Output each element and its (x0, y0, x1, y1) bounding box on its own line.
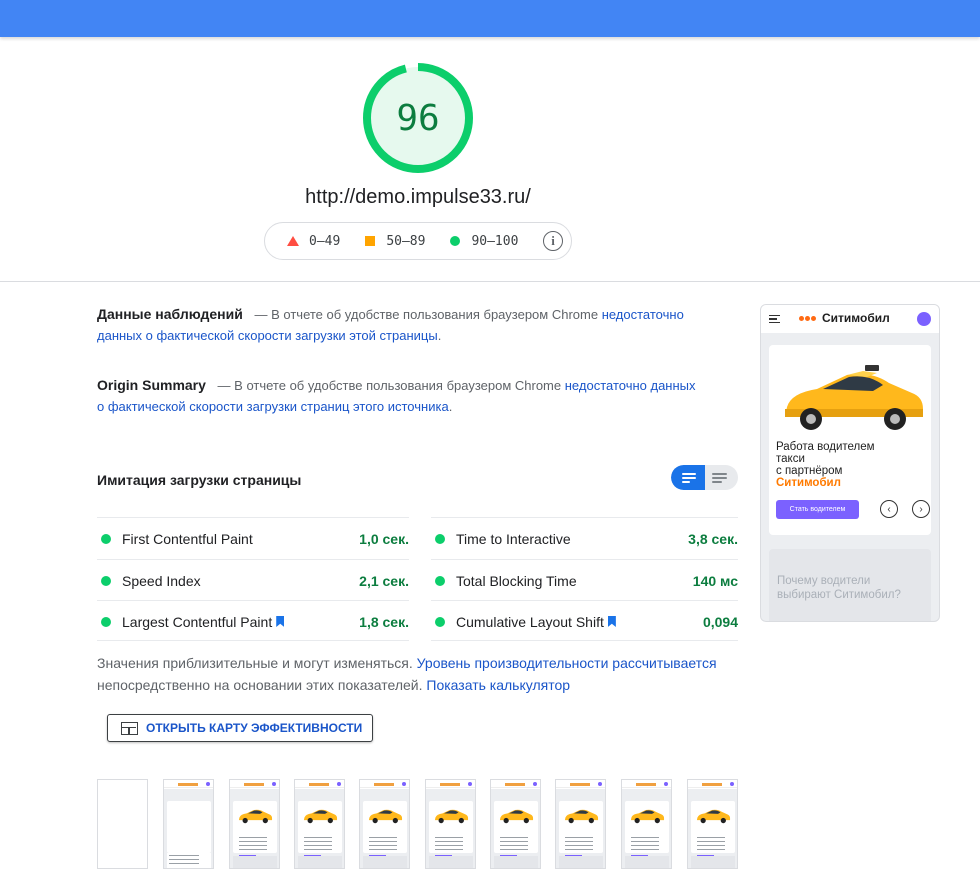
metric-name: Cumulative Layout Shift (456, 613, 604, 630)
metric-name: Speed Index (122, 572, 201, 589)
field-data-title: Данные наблюдений (97, 306, 243, 322)
filmstrip-frame (425, 779, 476, 869)
origin-summary-text: В отчете об удобстве пользования браузер… (234, 378, 562, 393)
metric-largest-contentful-paint: Largest Contentful Paint 1,8 сек. (97, 600, 409, 642)
metric-value: 1,8 сек. (359, 613, 409, 630)
legend-average-label: 50–89 (386, 233, 426, 249)
view-treemap-button[interactable]: ОТКРЫТЬ КАРТУ ЭФФЕКТИВНОСТИ (107, 714, 373, 742)
origin-summary-dash: — (217, 378, 231, 393)
legend-pass-label: 90–100 (471, 233, 519, 249)
origin-summary-section: Origin Summary — В отчете об удобстве по… (97, 375, 697, 417)
metric-name: Total Blocking Time (456, 572, 577, 589)
top-bar (0, 0, 980, 37)
legend-fail-label: 0–49 (309, 233, 341, 249)
chevron-left-icon: ‹ (880, 500, 898, 518)
pass-circle-icon (101, 616, 111, 627)
metric-value: 140 мс (692, 572, 738, 589)
why-section-title: Почему водители выбирают Ситимобил? (777, 575, 901, 601)
filmstrip-frame (687, 779, 738, 869)
filmstrip-frame-blank (97, 779, 148, 869)
page-url: http://demo.impulse33.ru/ (305, 186, 531, 208)
hero-card: Работа водителем такси с партнёром Ситим… (769, 345, 931, 535)
metric-name: First Contentful Paint (122, 530, 253, 547)
filmstrip-frame (555, 779, 606, 869)
filmstrip-frame (229, 779, 280, 869)
metric-total-blocking-time: Total Blocking Time 140 мс (431, 559, 738, 601)
metric-value: 2,1 сек. (359, 572, 409, 589)
performance-score-gauge: 96 (362, 62, 474, 174)
metric-cumulative-layout-shift: Cumulative Layout Shift 0,094 (431, 600, 738, 642)
site-logo: Ситимобил (799, 311, 890, 325)
field-data-text: В отчете об удобстве пользования браузер… (271, 307, 599, 322)
metrics-divider (431, 640, 738, 641)
filmstrip-frame (359, 779, 410, 869)
pass-circle-icon (101, 575, 111, 586)
legend-fail: 0–49 (287, 234, 340, 249)
legend-pass: 90–100 (450, 234, 518, 249)
view-treemap-label: ОТКРЫТЬ КАРТУ ЭФФЕКТИВНОСТИ (146, 721, 363, 735)
metrics-note: Значения приблизительные и могут изменят… (97, 652, 737, 696)
metric-value: 3,8 сек. (688, 530, 738, 547)
score-legend: 0–49 50–89 90–100 i (264, 222, 572, 260)
hero-line: такси (776, 453, 805, 465)
final-screenshot: Ситимобил Работа водителем такси с партн… (760, 304, 940, 622)
metric-value: 0,094 (702, 613, 738, 630)
pass-circle-icon (435, 533, 445, 544)
note-text: непосредственно на основании этих показа… (97, 677, 423, 693)
metric-first-contentful-paint: First Contentful Paint 1,0 сек. (97, 517, 409, 559)
phone-call-icon (917, 312, 931, 326)
taxi-car-image (785, 365, 923, 430)
metrics-view-toggle[interactable] (671, 465, 738, 490)
score-calculation-link[interactable]: Уровень производительности рассчитываетс… (417, 655, 717, 671)
field-data-section: Данные наблюдений — В отчете об удобстве… (97, 304, 687, 346)
info-icon[interactable]: i (543, 231, 563, 251)
metrics-divider (97, 640, 409, 641)
metric-value: 1,0 сек. (359, 530, 409, 547)
menu-icon (769, 315, 780, 323)
metric-speed-index: Speed Index 2,1 сек. (97, 559, 409, 601)
metric-time-to-interactive: Time to Interactive 3,8 сек. (431, 517, 738, 559)
bookmark-icon (276, 616, 285, 627)
metric-name: Time to Interactive (456, 530, 571, 547)
become-driver-button: Стать водителем (776, 500, 859, 519)
pass-circle-icon (435, 575, 445, 586)
hero-headline: Работа водителем такси с партнёром Ситим… (776, 441, 916, 489)
pass-circle-icon (450, 236, 461, 246)
field-data-end: . (437, 328, 442, 343)
pass-circle-icon (435, 616, 445, 627)
average-square-icon (365, 236, 376, 246)
fail-triangle-icon (287, 236, 299, 246)
filmstrip-frame (490, 779, 541, 869)
lab-data-title: Имитация загрузки страницы (97, 472, 302, 488)
field-data-dash: — (254, 307, 268, 322)
origin-summary-title: Origin Summary (97, 377, 206, 393)
divider (0, 281, 980, 282)
chevron-right-icon: › (912, 500, 930, 518)
hero-line: с партнёром (776, 465, 843, 477)
legend-average: 50–89 (365, 234, 425, 249)
filmstrip-frame (621, 779, 672, 869)
metric-name: Largest Contentful Paint (122, 613, 273, 630)
calculator-link[interactable]: Показать калькулятор (426, 677, 570, 693)
pass-circle-icon (101, 533, 111, 544)
hero-brand: Ситимобил (776, 477, 841, 489)
filmstrip-frame (163, 779, 214, 869)
bookmark-icon (607, 616, 616, 627)
site-brand: Ситимобил (822, 311, 890, 325)
site-header: Ситимобил (761, 305, 939, 333)
hero-line: Работа водителем (776, 441, 875, 453)
note-text: Значения приблизительные и могут изменят… (97, 655, 413, 671)
treemap-icon (121, 721, 138, 735)
origin-summary-end: . (448, 399, 453, 414)
filmstrip-frame (294, 779, 345, 869)
performance-score: 96 (396, 97, 440, 139)
